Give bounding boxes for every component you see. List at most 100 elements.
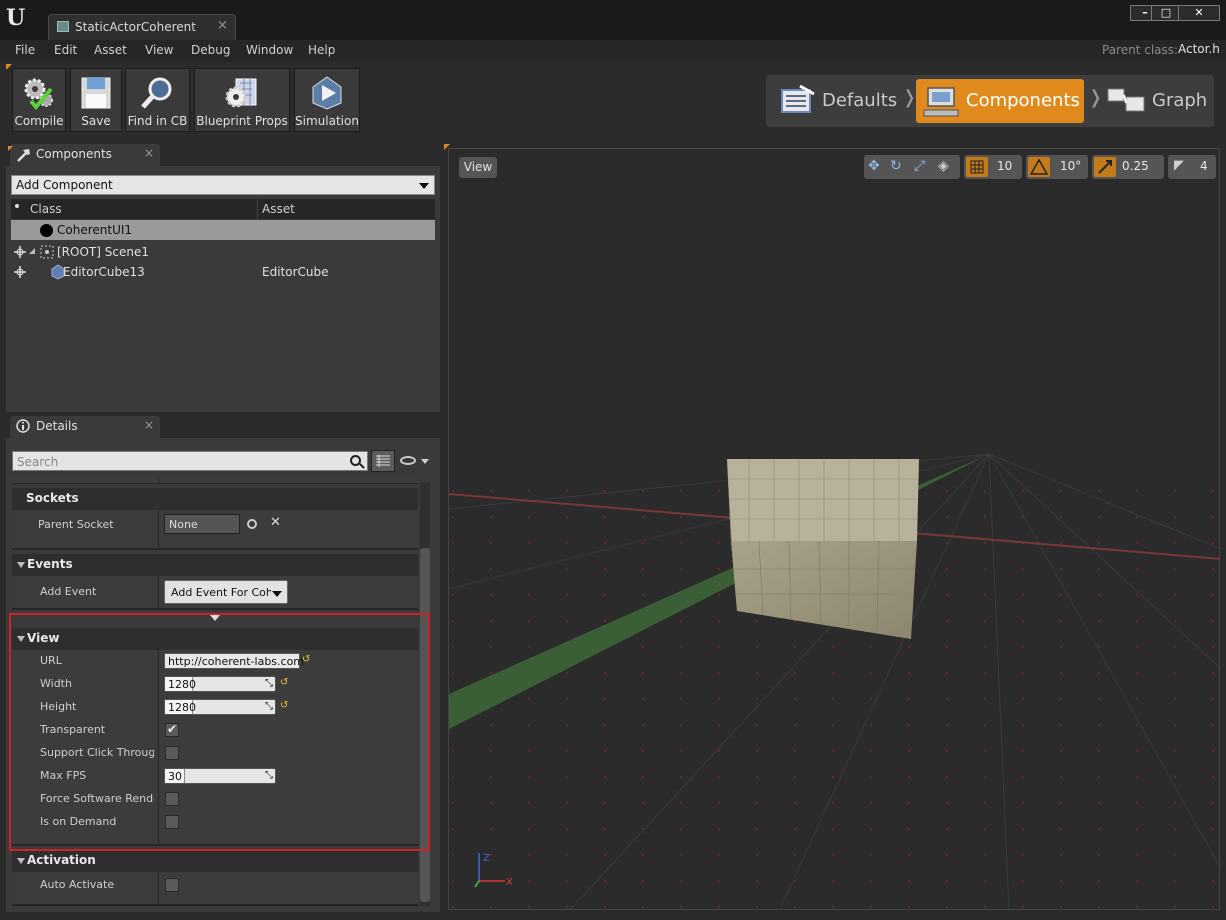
camera-speed-value[interactable]: 4 xyxy=(1200,159,1208,173)
rotation-snap-icon[interactable] xyxy=(1028,157,1050,177)
gears-check-icon xyxy=(24,78,53,111)
grid-snap-group[interactable]: 10 xyxy=(964,155,1022,179)
parent-class-label: Parent class: xyxy=(1102,43,1179,57)
category-title: Activation xyxy=(27,853,96,867)
scale-icon[interactable]: ⤢ xyxy=(914,158,925,174)
search-placeholder: Search xyxy=(17,455,59,469)
category-activation-body: Auto Activate xyxy=(12,872,418,906)
details-search-input[interactable]: Search xyxy=(12,451,368,471)
tree-row-editorcube[interactable]: EditorCube13 EditorCube xyxy=(11,262,435,282)
grid-snap-icon[interactable] xyxy=(966,157,988,177)
category-events-header[interactable]: Events xyxy=(12,554,418,576)
grid-snap-value[interactable]: 10 xyxy=(997,159,1012,173)
document-tab[interactable]: StaticActorCoherent × xyxy=(48,14,236,40)
blueprint-props-button[interactable]: Blueprint Props xyxy=(194,68,290,132)
breadcrumb-separator: ❭ xyxy=(1088,87,1104,108)
mode-switcher: Defaults ❭ Components ❭ Graph xyxy=(766,75,1214,127)
save-label: Save xyxy=(81,114,111,128)
category-title: Events xyxy=(27,557,73,571)
column-class[interactable]: Class xyxy=(30,202,62,216)
tree-row-coherentui[interactable]: CoherentUI1 xyxy=(11,220,435,240)
chevron-down-icon xyxy=(272,591,282,597)
tree-row-root-scene[interactable]: [ROOT] Scene1 xyxy=(11,242,435,262)
search-icon-handle xyxy=(359,463,365,469)
column-divider xyxy=(257,199,258,219)
unreal-logo-icon: U xyxy=(6,5,26,31)
chevron-down-icon xyxy=(419,183,429,189)
rotation-snap-group[interactable]: 10° xyxy=(1026,155,1088,179)
close-tab-icon[interactable]: × xyxy=(217,18,228,33)
parent-socket-value: None xyxy=(169,518,198,531)
compile-button[interactable]: Compile xyxy=(12,68,66,132)
menu-edit[interactable]: Edit xyxy=(54,43,77,57)
tree-row-name: EditorCube13 xyxy=(63,265,145,279)
simulation-button[interactable]: Simulation xyxy=(294,68,360,132)
editor-cube xyxy=(727,459,919,639)
collapse-triangle-icon[interactable] xyxy=(17,858,25,864)
column-divider xyxy=(158,576,159,608)
collapse-triangle-icon[interactable] xyxy=(17,562,25,568)
column-asset[interactable]: Asset xyxy=(262,202,295,216)
components-panel: Add Component Class Asset CoherentUI1 [R… xyxy=(6,166,440,412)
add-component-dropdown[interactable]: Add Component xyxy=(11,175,435,195)
maximize-button[interactable]: □ xyxy=(1151,5,1181,21)
close-tab-icon[interactable]: × xyxy=(144,146,154,160)
scene-icon xyxy=(40,245,54,259)
viewport[interactable]: Z X View ✥ ↻ ⤢ ◈ 10 10° 0.25 ◤ 4 xyxy=(448,148,1220,910)
menu-debug[interactable]: Debug xyxy=(191,43,230,57)
mode-graph[interactable]: Graph xyxy=(1102,79,1210,123)
details-tab[interactable]: Details × xyxy=(10,416,160,438)
move-icon xyxy=(14,266,26,278)
translate-icon[interactable]: ✥ xyxy=(868,158,880,174)
chevron-down-icon[interactable] xyxy=(421,459,429,464)
mode-defaults[interactable]: Defaults xyxy=(776,79,904,123)
eye-icon[interactable] xyxy=(400,456,416,465)
column-dot-icon xyxy=(15,204,19,208)
tree-row-name: CoherentUI1 xyxy=(57,223,133,237)
viewport-view-button[interactable]: View xyxy=(459,157,497,178)
component-icon xyxy=(40,224,53,237)
play-icon xyxy=(312,76,342,110)
world-local-icon[interactable]: ◈ xyxy=(938,158,949,174)
document-tab-label: StaticActorCoherent xyxy=(75,20,196,34)
menu-file[interactable]: File xyxy=(15,43,35,57)
close-window-button[interactable]: ✕ xyxy=(1178,5,1220,21)
close-tab-icon[interactable]: × xyxy=(144,418,154,432)
details-top-edge xyxy=(12,476,418,484)
scale-snap-group[interactable]: 0.25 xyxy=(1092,155,1164,179)
axis-z-label: Z xyxy=(483,853,490,864)
components-icon xyxy=(923,87,959,117)
category-activation-header[interactable]: Activation xyxy=(12,850,418,872)
scale-snap-value[interactable]: 0.25 xyxy=(1122,159,1149,173)
add-component-label: Add Component xyxy=(16,178,113,192)
category-title: Sockets xyxy=(26,491,79,505)
rotate-icon[interactable]: ↻ xyxy=(890,158,902,174)
menu-bar: File Edit Asset View Debug Window Help P… xyxy=(0,40,1226,62)
view-category-highlight xyxy=(9,613,430,851)
menu-help[interactable]: Help xyxy=(308,43,335,57)
column-divider xyxy=(158,872,159,904)
add-event-dropdown[interactable]: Add Event For Coherent xyxy=(164,580,288,604)
find-in-cb-button[interactable]: Find in CB xyxy=(125,68,190,132)
scale-snap-icon[interactable] xyxy=(1094,157,1116,177)
menu-window[interactable]: Window xyxy=(246,43,293,57)
hammer-icon xyxy=(17,149,30,162)
expand-triangle-icon[interactable] xyxy=(29,248,35,254)
clear-socket-close-icon[interactable]: ✕ xyxy=(270,515,281,530)
auto-activate-checkbox[interactable] xyxy=(165,878,179,892)
menu-view[interactable]: View xyxy=(145,43,173,57)
components-tab[interactable]: Components × xyxy=(10,144,160,166)
browse-socket-search-icon[interactable] xyxy=(247,519,257,529)
parent-socket-field[interactable]: None xyxy=(164,514,240,534)
save-button[interactable]: Save xyxy=(70,68,122,132)
camera-speed-group[interactable]: ◤ 4 xyxy=(1168,155,1216,179)
column-divider xyxy=(158,476,159,483)
category-sockets-header[interactable]: Sockets xyxy=(12,488,418,510)
view-options-button[interactable] xyxy=(371,450,395,472)
rotation-snap-value[interactable]: 10° xyxy=(1060,159,1081,173)
mode-components[interactable]: Components xyxy=(916,79,1084,123)
parent-class-value[interactable]: Actor.h xyxy=(1178,42,1220,56)
list-view-icon xyxy=(376,455,390,467)
menu-asset[interactable]: Asset xyxy=(94,43,127,57)
info-icon xyxy=(16,419,30,433)
